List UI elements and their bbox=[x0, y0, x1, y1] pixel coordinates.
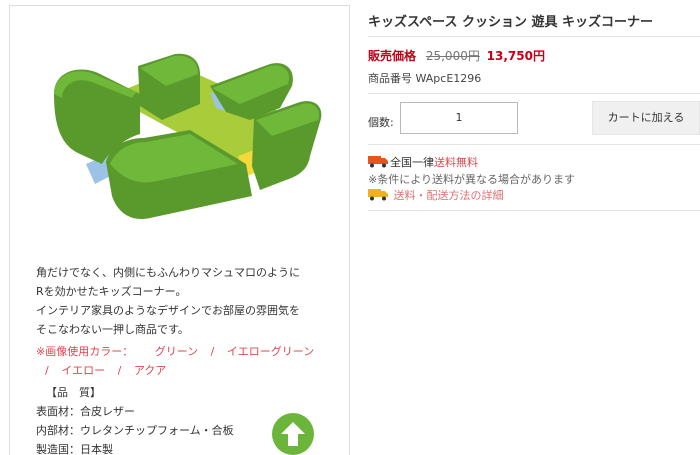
color-yellow: イエロー bbox=[61, 364, 106, 377]
color-yellow-green: イエローグリーン bbox=[226, 345, 315, 358]
truck-icon bbox=[368, 156, 388, 168]
sale-price: 13,750円 bbox=[486, 49, 545, 63]
shipping-free-line: 全国一律送料無料 bbox=[368, 154, 478, 170]
scroll-to-top-button[interactable] bbox=[272, 413, 314, 455]
specs-heading: 【品 質】 bbox=[46, 386, 101, 399]
product-description: 角だけでなく、内側にもふんわりマシュマロのように Rを効かせたキッズコーナー。 … bbox=[36, 263, 336, 339]
original-price: 25,000円 bbox=[425, 49, 480, 63]
truck-icon bbox=[368, 189, 388, 201]
divider bbox=[368, 93, 700, 94]
shipping-prefix: 全国一律 bbox=[390, 156, 434, 169]
product-specs: 【品 質】 表面材：合皮レザー 内部材：ウレタンチップフォーム・合板 製造国：日… bbox=[36, 383, 234, 455]
color-list: ※画像使用カラー： グリーン / イエローグリーン / イエロー / アクア bbox=[36, 342, 326, 380]
shipping-details-link[interactable]: 送料・配送方法の詳細 bbox=[394, 189, 504, 202]
color-aqua: アクア bbox=[133, 364, 167, 377]
color-separator: / bbox=[45, 364, 49, 377]
price-row: 販売価格 25,000円 13,750円 bbox=[368, 47, 545, 64]
color-separator: / bbox=[117, 364, 122, 377]
arrow-up-icon bbox=[281, 422, 305, 446]
add-to-cart-button[interactable]: カートに加える bbox=[592, 101, 700, 135]
free-shipping-text: 送料無料 bbox=[434, 156, 478, 169]
description-line: そこなわない一押し商品です。 bbox=[36, 323, 189, 336]
divider bbox=[368, 36, 700, 37]
price-label: 販売価格 bbox=[368, 49, 417, 63]
product-sku: 商品番号 WApcE1296 bbox=[368, 72, 482, 85]
color-green: グリーン bbox=[154, 345, 199, 358]
divider bbox=[368, 210, 700, 211]
divider bbox=[368, 144, 700, 145]
spec-surface: 表面材：合皮レザー bbox=[36, 405, 135, 418]
product-info-panel: キッズスペース クッション 遊具 キッズコーナー 販売価格 25,000円 13… bbox=[368, 0, 700, 454]
colors-label: ※画像使用カラー： bbox=[36, 345, 134, 358]
color-separator: / bbox=[210, 345, 215, 358]
product-image[interactable] bbox=[40, 46, 325, 221]
quantity-label: 個数: bbox=[368, 116, 394, 129]
shipping-details-row: 送料・配送方法の詳細 bbox=[368, 187, 504, 203]
shipping-note: ※条件により送料が異なる場合があります bbox=[368, 173, 575, 186]
product-gallery-panel: 角だけでなく、内側にもふんわりマシュマロのように Rを効かせたキッズコーナー。 … bbox=[9, 5, 350, 455]
product-title: キッズスペース クッション 遊具 キッズコーナー bbox=[368, 15, 654, 30]
description-line: Rを効かせたキッズコーナー。 bbox=[36, 285, 187, 298]
description-line: 角だけでなく、内側にもふんわりマシュマロのように bbox=[36, 266, 300, 279]
quantity-input[interactable]: 1 bbox=[400, 102, 518, 134]
description-line: インテリア家具のようなデザインでお部屋の雰囲気を bbox=[36, 304, 300, 317]
spec-interior: 内部材：ウレタンチップフォーム・合板 bbox=[36, 424, 234, 437]
spec-origin: 製造国：日本製 bbox=[36, 443, 113, 455]
